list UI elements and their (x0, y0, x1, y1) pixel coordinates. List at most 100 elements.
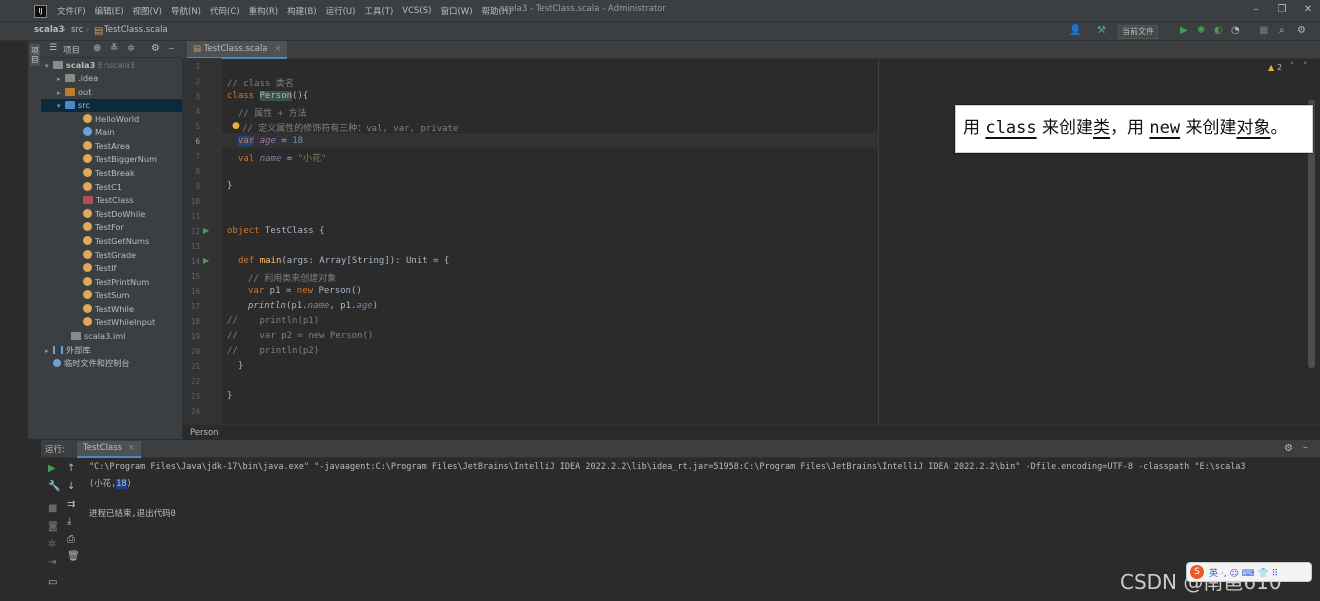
close-tab-icon[interactable]: × (274, 44, 281, 54)
code-line-19[interactable]: // var p2 = new Person() (227, 331, 373, 341)
tree-item-idea[interactable]: ▸ .idea (57, 72, 98, 85)
code-line-17[interactable]: println(p1.name, p1.age) (248, 301, 378, 311)
scroll-to-end-icon[interactable]: ⤓ (67, 516, 71, 527)
menu-file[interactable]: 文件(F) (57, 5, 86, 17)
tree-item-scratches[interactable]: 临时文件和控制台 (53, 357, 130, 370)
search-icon[interactable]: ⌕ (1279, 25, 1285, 36)
locate-icon[interactable]: ⊕ (93, 43, 101, 54)
tree-item-testif[interactable]: TestIf (83, 262, 116, 275)
console-command-line[interactable]: "C:\Program Files\Java\jdk-17\bin\java.e… (89, 462, 1317, 472)
build-hammer-icon[interactable]: ⚒ (1097, 25, 1106, 36)
menu-code[interactable]: 代码(C) (210, 5, 240, 17)
code-line-3[interactable]: class Person(){ (227, 91, 308, 101)
panel-settings-gear-icon[interactable]: ⚙ (151, 43, 160, 54)
console-exit-message[interactable]: 进程已结束,退出代码0 (89, 507, 176, 519)
tree-item-testwhile[interactable]: TestWhile (83, 303, 134, 316)
tree-item-testsum[interactable]: TestSum (83, 289, 129, 302)
tree-item-testarea[interactable]: TestArea (83, 140, 130, 153)
menu-run[interactable]: 运行(U) (326, 5, 356, 17)
tree-item-testbiggernum[interactable]: TestBiggerNum (83, 153, 157, 166)
camera-icon[interactable]: ◙ (48, 521, 58, 532)
run-configuration-select[interactable]: 当前文件 (1118, 25, 1158, 39)
tree-item-out[interactable]: ▸ out (57, 86, 91, 99)
code-line-12[interactable]: object TestClass { (227, 226, 325, 236)
restore-icon[interactable]: ❐ (1274, 3, 1290, 17)
tree-item-testgetnums[interactable]: TestGetNums (83, 235, 149, 248)
settings-icon[interactable]: ✲ (48, 539, 56, 550)
code-line-14[interactable]: def main(args: Array[String]): Unit = { (238, 256, 449, 266)
code-line-9[interactable]: } (227, 181, 232, 191)
close-icon[interactable]: ✕ (1300, 3, 1316, 17)
code-line-6[interactable]: var age = 18 (238, 136, 303, 146)
run-settings-gear-icon[interactable]: ⚙ (1284, 443, 1293, 454)
code-line-4[interactable]: // 属性 + 方法 (238, 106, 307, 119)
scroll-down-icon[interactable]: ↓ (67, 481, 75, 492)
close-tab-icon[interactable]: × (128, 443, 135, 453)
scroll-up-icon[interactable]: ↑ (67, 463, 75, 474)
code-line-16[interactable]: var p1 = new Person() (248, 286, 362, 296)
console-output-line[interactable]: (小花,18) (89, 477, 132, 489)
lightbulb-icon[interactable]: ● (232, 121, 240, 131)
tab-testclass-scala[interactable]: ▤ TestClass.scala × (187, 41, 288, 59)
tree-item-testc1[interactable]: TestC1 (83, 181, 122, 194)
rerun-icon[interactable]: ▶ (48, 463, 56, 474)
warning-icon[interactable]: ▲ (1268, 63, 1274, 72)
menu-edit[interactable]: 编辑(E) (95, 5, 124, 17)
tree-item-testfor[interactable]: TestFor (83, 221, 124, 234)
tree-item-external-libraries[interactable]: ▸ 外部库 (45, 344, 91, 357)
breadcrumb-src[interactable]: src (71, 25, 83, 35)
next-highlight-icon[interactable]: ˅ (1303, 62, 1308, 72)
breadcrumb-project[interactable]: scala3 (34, 25, 64, 35)
code-line-18[interactable]: // println(p1) (227, 316, 319, 326)
stop-icon[interactable]: ■ (1259, 25, 1268, 36)
soft-wrap-icon[interactable]: ⇉ (67, 499, 75, 510)
menu-vcs[interactable]: VCS(S) (402, 6, 431, 16)
code-line-5[interactable]: // 定义属性的修饰符有三种：val, var, private (242, 121, 458, 134)
run-gutter-icon[interactable]: ▶ (203, 256, 209, 265)
tree-item-main[interactable]: Main (83, 126, 115, 139)
code-line-20[interactable]: // println(p2) (227, 346, 319, 356)
expand-all-icon[interactable]: ≚ (110, 43, 118, 54)
menu-view[interactable]: 视图(V) (133, 5, 162, 17)
breadcrumb-person[interactable]: Person (190, 428, 219, 438)
menu-build[interactable]: 构建(B) (287, 5, 316, 17)
code-line-21[interactable]: } (238, 361, 243, 371)
menu-refactor[interactable]: 重构(R) (249, 5, 279, 17)
breadcrumb-file[interactable]: TestClass.scala (104, 25, 168, 35)
layout-icon[interactable]: ▭ (48, 577, 57, 588)
user-icon[interactable]: 👤 (1069, 25, 1081, 36)
code-line-7[interactable]: val name = "小花" (238, 151, 326, 164)
hide-run-panel-icon[interactable]: – (1303, 442, 1308, 453)
minimize-icon[interactable]: – (1248, 3, 1264, 17)
code-line-2[interactable]: // class 类名 (227, 76, 294, 89)
menu-tools[interactable]: 工具(T) (364, 5, 393, 17)
project-tool-window-button[interactable]: 项目 (30, 44, 40, 66)
tree-item-src[interactable]: ▾ src (57, 99, 90, 112)
print-icon[interactable]: ⎙ (67, 534, 75, 545)
previous-highlight-icon[interactable]: ˄ (1290, 62, 1295, 72)
wrench-icon[interactable]: 🔧 (48, 481, 60, 492)
run-tab-testclass[interactable]: TestClass × (77, 441, 141, 458)
run-icon[interactable]: ▶ (1180, 25, 1188, 36)
exit-icon[interactable]: ⇥ (48, 557, 56, 568)
tree-item-testprintnum[interactable]: TestPrintNum (83, 276, 149, 289)
tree-item-testbreak[interactable]: TestBreak (83, 167, 135, 180)
tree-item-testwhileinput[interactable]: TestWhileInput (83, 316, 155, 329)
hide-panel-icon[interactable]: – (169, 43, 174, 54)
menu-navigate[interactable]: 导航(N) (171, 5, 201, 17)
tree-root-scala3[interactable]: ▾ scala3 E:\scala3 (45, 59, 135, 72)
tree-item-testdowhile[interactable]: TestDoWhile (83, 208, 145, 221)
code-line-23[interactable]: } (227, 391, 232, 401)
code-line-15[interactable]: // 利用类来创建对象 (248, 271, 336, 284)
run-gutter-icon[interactable]: ▶ (203, 226, 209, 235)
menu-window[interactable]: 窗口(W) (440, 5, 472, 17)
tree-item-scala3-iml[interactable]: scala3.iml (71, 330, 125, 343)
debug-icon[interactable]: ✱ (1197, 25, 1205, 36)
project-panel-title[interactable]: 项目 (63, 44, 80, 56)
profile-icon[interactable]: ◔ (1231, 25, 1240, 36)
tree-item-testgrade[interactable]: TestGrade (83, 249, 136, 262)
stop-icon[interactable]: ■ (48, 503, 57, 514)
coverage-icon[interactable]: ◐ (1214, 25, 1223, 36)
tree-item-testclass[interactable]: TestClass (83, 194, 134, 207)
ime-toolbar[interactable]: S 英 ·, ☺ ⌨ 👕 ⠿ (1186, 562, 1312, 582)
